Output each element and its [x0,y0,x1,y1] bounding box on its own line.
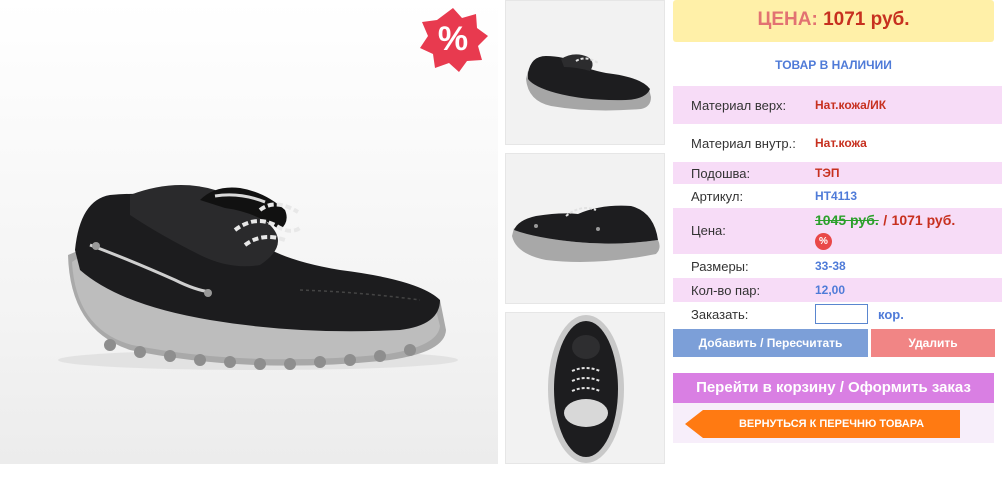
spec-label: Подошва: [691,165,751,181]
new-price: 1071 руб. [891,212,956,228]
spec-label: Кол-во пар: [691,282,761,298]
spec-value: Нат.кожа [815,136,867,150]
main-product-image[interactable]: % [0,0,498,464]
sale-badge-icon: % [420,8,488,72]
spec-row-article: Артикул: НТ4113 [673,184,1002,208]
spec-value: Нат.кожа/ИК [815,98,887,112]
spec-value: 12,00 [815,283,846,297]
delete-button[interactable]: Удалить [871,329,995,357]
product-info-panel: ЦЕНА: 1071 руб. ТОВАР В НАЛИЧИИ Материал… [673,0,1002,480]
spec-label: Цена: [691,223,726,238]
quantity-input[interactable] [815,304,868,324]
price-header-value: 1071 руб. [823,9,910,30]
old-price: 1045 руб. [815,212,879,228]
spec-row-price: Цена: 1045 руб. / 1071 руб. % [673,208,1002,254]
spec-row-lining: Материал внутр.: Нат.кожа [673,124,1002,162]
thumbnail-1[interactable] [505,0,665,145]
thumbnail-2[interactable] [505,153,665,304]
spec-row-order: Заказать: кор. [673,302,1002,326]
back-zone: ВЕРНУТЬСЯ К ПЕРЕЧНЮ ТОВАРА [673,403,994,443]
spec-label: Материал внутр.: [691,135,796,151]
thumbnail-3[interactable] [505,312,665,464]
price-header: ЦЕНА: 1071 руб. [673,0,994,42]
sale-badge: % [416,6,490,72]
thumbnail-shoe-side [526,54,651,111]
spec-row-upper: Материал верх: Нат.кожа/ИК [673,86,1002,124]
spec-row-sole: Подошва: ТЭП [673,162,1002,184]
sale-badge-text: % [438,20,468,58]
price-header-label: ЦЕНА: [757,9,818,30]
spec-label: Материал верх: [691,97,787,113]
spec-row-pairs: Кол-во пар: 12,00 [673,278,1002,302]
discount-icon: % [815,233,832,250]
spec-label: Артикул: [691,188,744,204]
price-separator: / [883,212,888,228]
spec-label: Заказать: [691,306,749,322]
thumbnail-shoe-outer [512,205,660,262]
stock-status: ТОВАР В НАЛИЧИИ [775,58,892,72]
go-to-cart-button[interactable]: Перейти в корзину / Оформить заказ [673,373,994,403]
thumbnail-shoe-top [548,315,624,463]
back-to-list-button[interactable]: ВЕРНУТЬСЯ К ПЕРЕЧНЮ ТОВАРА [685,410,960,438]
product-page: % ЦЕНА: 1071 руб. ТОВАР В НАЛИЧИИ Матери… [0,0,1002,480]
spec-value: НТ4113 [815,189,858,203]
price-block: 1045 руб. / 1071 руб. % [815,212,955,250]
spec-value: 33-38 [815,259,846,273]
spec-row-sizes: Размеры: 33-38 [673,254,1002,278]
spec-label: Размеры: [691,258,749,274]
spec-value: ТЭП [815,166,840,180]
order-unit: кор. [878,306,904,322]
add-recalculate-button[interactable]: Добавить / Пересчитать [673,329,868,357]
